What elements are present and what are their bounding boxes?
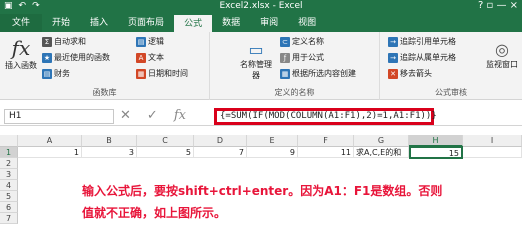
cell-f1[interactable]: 11	[298, 147, 354, 158]
formula-input[interactable]: {=SUM(IF(MOD(COLUMN(A1:F1),2)=1,A1:F1))}	[214, 108, 437, 125]
cell-c1[interactable]: 5	[137, 147, 194, 158]
name-box[interactable]: H1	[4, 109, 114, 124]
arrow-icon: →	[388, 36, 398, 47]
group-label: 公式审核	[435, 88, 467, 97]
recent-functions-label: 最近使用的函数	[54, 53, 110, 62]
recent-functions-button[interactable]: ★ 最近使用的函数	[42, 52, 110, 63]
tag-icon: ▭	[248, 40, 264, 59]
row-header-5[interactable]: 5	[0, 191, 18, 202]
group-label: 函数库	[92, 88, 117, 97]
tab-page-layout[interactable]: 页面布局	[118, 14, 174, 32]
define-name-button[interactable]: ⊂ 定义名称	[280, 36, 324, 47]
tag-icon: ⊂	[280, 36, 290, 47]
remove-arrows-button[interactable]: ✕ 移去箭头	[388, 68, 432, 79]
star-icon: ★	[42, 52, 52, 63]
autosum-label: 自动求和	[54, 37, 86, 46]
insert-function-button[interactable]: fx 插入函数	[4, 36, 38, 71]
window-controls[interactable]: ? ▫ — ×	[478, 0, 518, 11]
instruction-note: 输入公式后，要按shift+ctrl+enter。因为A1：F1是数组。否则值就…	[82, 184, 443, 220]
row-header-6[interactable]: 6	[0, 202, 18, 213]
trace-precedents-button[interactable]: → 追踪引用单元格	[388, 36, 456, 47]
text-button[interactable]: A 文本	[136, 52, 164, 63]
use-in-formula-label: 用于公式	[292, 53, 324, 62]
function-library-group: fx 插入函数 Σ 自动求和 ★ 最近使用的函数 ▤ 财务 ▤ 逻辑 A 文本 …	[0, 32, 210, 100]
column-header-c[interactable]: C	[137, 135, 194, 147]
sigma-icon: Σ	[42, 36, 52, 47]
row-header-4[interactable]: 4	[0, 180, 18, 191]
column-header-f[interactable]: F	[298, 135, 354, 147]
grid-icon: ▦	[280, 68, 290, 79]
use-in-formula-button[interactable]: ƒ 用于公式	[280, 52, 324, 63]
arrow-icon: →	[388, 52, 398, 63]
remove-arrows-label: 移去箭头	[400, 69, 432, 78]
formula-bar-buttons: ✕ ✓ fx	[120, 108, 186, 123]
tab-view[interactable]: 视图	[288, 14, 326, 32]
text-label: 文本	[148, 53, 164, 62]
glasses-icon: ◎	[495, 40, 509, 59]
fx-icon[interactable]: fx	[174, 108, 186, 123]
title-bar: ▣ ↶ ↷ Excel2.xlsx - Excel ? ▫ — ×	[0, 0, 522, 14]
logical-button[interactable]: ▤ 逻辑	[136, 36, 164, 47]
row-header-2[interactable]: 2	[0, 158, 18, 169]
tab-file[interactable]: 文件	[0, 14, 43, 32]
column-header-d[interactable]: D	[194, 135, 247, 147]
trace-precedents-label: 追踪引用单元格	[400, 37, 456, 46]
fx-icon: fx	[11, 36, 31, 60]
calendar-icon: ▦	[136, 68, 146, 79]
tab-home[interactable]: 开始	[42, 14, 80, 32]
cancel-icon[interactable]: ✕	[120, 108, 131, 123]
cell-b1[interactable]: 3	[82, 147, 137, 158]
autosum-button[interactable]: Σ 自动求和	[42, 36, 86, 47]
insert-function-label: 插入函数	[5, 61, 37, 70]
date-time-button[interactable]: ▦ 日期和时间	[136, 68, 188, 79]
cell-e1[interactable]: 9	[247, 147, 298, 158]
create-from-selection-label: 根据所选内容创建	[292, 69, 356, 78]
formula-bar: H1 ✕ ✓ fx {=SUM(IF(MOD(COLUMN(A1:F1),2)=…	[0, 107, 522, 126]
book-icon: ▤	[136, 36, 146, 47]
column-header-a[interactable]: A	[18, 135, 82, 147]
group-label: 定义的名称	[274, 88, 315, 97]
logical-label: 逻辑	[148, 37, 164, 46]
financial-button[interactable]: ▤ 财务	[42, 68, 70, 79]
watch-window-button[interactable]: ◎ 监视窗口	[484, 40, 520, 70]
formula-icon: ƒ	[280, 52, 290, 63]
book-icon: ▤	[42, 68, 52, 79]
column-header-i[interactable]: I	[463, 135, 522, 147]
row-header-1[interactable]: 1	[0, 147, 18, 158]
create-from-selection-button[interactable]: ▦ 根据所选内容创建	[280, 68, 356, 79]
trace-dependents-label: 追踪从属单元格	[400, 53, 456, 62]
column-header-g[interactable]: G	[354, 135, 409, 147]
column-header-e[interactable]: E	[247, 135, 298, 147]
column-header-b[interactable]: B	[82, 135, 137, 147]
name-manager-button[interactable]: ▭ 名称管理器	[240, 40, 272, 81]
window-title: Excel2.xlsx - Excel	[219, 1, 303, 11]
cell-a1[interactable]: 1	[18, 147, 82, 158]
cell-g1[interactable]: 求A,C,E的和	[354, 147, 409, 158]
tab-formulas[interactable]: 公式	[174, 14, 213, 32]
cell-d1[interactable]: 7	[194, 147, 247, 158]
eraser-icon: ✕	[388, 68, 398, 79]
row-header-7[interactable]: 7	[0, 213, 18, 224]
trace-dependents-button[interactable]: → 追踪从属单元格	[388, 52, 456, 63]
tab-insert[interactable]: 插入	[80, 14, 118, 32]
formula-auditing-group: → 追踪引用单元格 → 追踪从属单元格 ✕ 移去箭头 ◎ 监视窗口 公式审核	[380, 32, 522, 100]
name-manager-label: 名称管理器	[240, 60, 272, 80]
ribbon: fx 插入函数 Σ 自动求和 ★ 最近使用的函数 ▤ 财务 ▤ 逻辑 A 文本 …	[0, 32, 522, 100]
define-name-label: 定义名称	[292, 37, 324, 46]
defined-names-group: ▭ 名称管理器 ⊂ 定义名称 ƒ 用于公式 ▦ 根据所选内容创建 定义的名称	[210, 32, 380, 100]
text-icon: A	[136, 52, 146, 63]
cell-h1[interactable]: 15	[409, 146, 463, 159]
date-time-label: 日期和时间	[148, 69, 188, 78]
financial-label: 财务	[54, 69, 70, 78]
cell-i1[interactable]	[463, 147, 522, 158]
row-header-3[interactable]: 3	[0, 169, 18, 180]
tab-review[interactable]: 审阅	[250, 14, 288, 32]
enter-icon[interactable]: ✓	[147, 108, 158, 123]
tab-data[interactable]: 数据	[212, 14, 250, 32]
watch-window-label: 监视窗口	[486, 60, 518, 69]
ribbon-tabs: 文件 开始 插入 页面布局 公式 数据 审阅 视图	[0, 14, 522, 32]
select-all-corner[interactable]	[0, 135, 18, 147]
